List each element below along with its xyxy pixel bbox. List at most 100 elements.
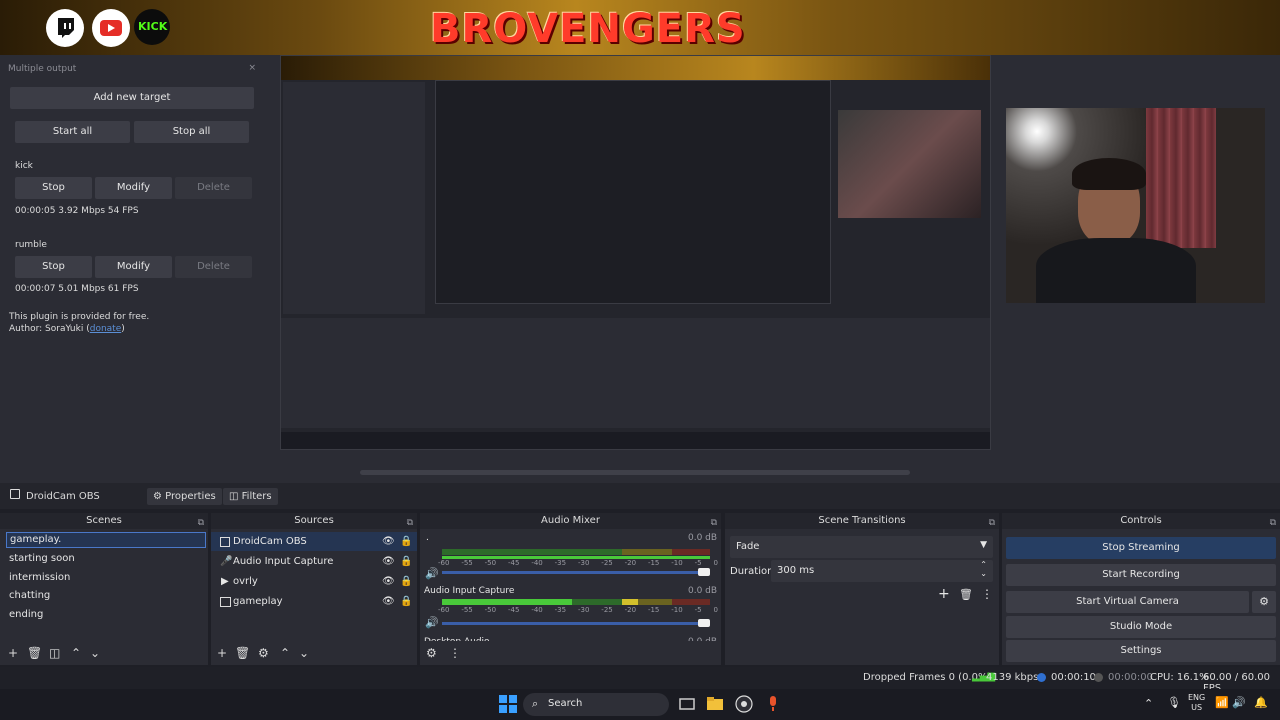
search-label: Search [548,698,583,709]
dock-float-icon[interactable]: ⧉ [198,515,204,531]
add-icon[interactable]: + [938,586,950,602]
chevron-down-icon[interactable]: ⌄ [90,646,100,660]
twitch-icon [46,9,84,47]
add-icon[interactable]: + [217,646,227,660]
wifi-icon[interactable]: 📶 [1215,696,1229,709]
tick-label: -55 [461,606,473,614]
settings-button[interactable]: Settings [1006,640,1276,662]
more-options-icon[interactable]: ⋮ [981,587,993,601]
source-item[interactable]: gameplay 👁 🔒 [211,592,417,611]
language-code: ENG [1188,693,1206,702]
scene-transitions-title: Scene Transitions [818,515,906,526]
preview-scrollbar[interactable] [360,470,910,475]
properties-button[interactable]: ⚙ Properties [147,488,222,505]
transition-select[interactable]: Fade ▼ [730,536,993,558]
gear-icon[interactable]: ⚙ [258,646,269,660]
source-item[interactable]: ▶ ovrly 👁 🔒 [211,572,417,591]
chevron-up-icon[interactable]: ⌃ [280,646,290,660]
filters-button[interactable]: ◫ Filters [223,488,278,505]
scene-item-chatting[interactable]: chatting [9,586,199,605]
microphone-tray-icon[interactable]: 🎙 [1167,696,1181,709]
chevron-up-icon[interactable]: ⌃ [71,646,81,660]
dock-close-icon[interactable]: × [248,63,256,73]
start-virtual-camera-button[interactable]: Start Virtual Camera [1006,591,1249,613]
volume-icon[interactable]: 🔊 [1232,696,1246,709]
stream-indicator-icon [1037,673,1046,682]
webcam-feed [1006,108,1265,303]
scene-item-ending[interactable]: ending [9,605,199,624]
stop-streaming-button[interactable]: Stop Streaming [1006,537,1276,559]
eye-icon[interactable]: 👁 [382,552,395,571]
duration-spinbox[interactable]: 300 ms ⌃ ⌄ [771,560,993,582]
studio-mode-button[interactable]: Studio Mode [1006,616,1276,638]
language-indicator[interactable]: ENG US [1188,693,1205,713]
speaker-icon[interactable]: 🔊 [425,567,439,580]
scene-item-starting-soon[interactable]: starting soon [9,549,199,568]
trash-icon[interactable]: 🗑 [959,588,973,601]
spin-up-icon[interactable]: ⌃ [980,560,987,569]
tick-label: -50 [484,606,497,614]
nested-webcam-small [838,110,981,218]
rumble-stop-button[interactable]: Stop [15,256,92,278]
dock-float-icon[interactable]: ⧉ [989,515,995,531]
lock-icon[interactable]: 🔒 [400,572,412,591]
chevron-up-icon[interactable]: ⌃ [1144,697,1153,710]
eye-icon[interactable]: 👁 [382,572,395,591]
volume-slider[interactable] [442,622,710,625]
add-icon[interactable]: + [8,646,18,660]
dock-float-icon[interactable]: ⧉ [711,515,717,531]
dock-float-icon[interactable]: ⧉ [407,515,413,531]
dock-float-icon[interactable]: ⧉ [1270,515,1276,531]
start-recording-button[interactable]: Start Recording [1006,564,1276,586]
lock-icon[interactable]: 🔒 [400,552,412,571]
stop-all-button[interactable]: Stop all [134,121,249,143]
mixer-channel-name: Audio Input Capture [424,586,515,596]
donate-link[interactable]: donate [90,324,122,334]
speaker-icon[interactable]: 🔊 [425,616,439,629]
source-item[interactable]: DroidCam OBS 👁 🔒 [211,532,417,551]
folder-icon[interactable] [706,695,724,713]
lock-icon[interactable]: 🔒 [400,532,412,551]
volume-slider-handle[interactable] [698,568,710,576]
rumble-modify-button[interactable]: Modify [95,256,172,278]
eye-icon[interactable]: 👁 [382,532,395,551]
filter-icon[interactable]: ◫ [49,646,60,660]
scene-item-intermission[interactable]: intermission [9,568,199,587]
scene-item-label: ending [9,609,44,620]
source-toolbar: DroidCam OBS ⚙ Properties ◫ Filters [0,483,1280,509]
volume-slider-handle[interactable] [698,619,710,627]
scene-item-gameplay[interactable]: gameplay. [6,532,206,548]
sources-dock: Sources ⧉ DroidCam OBS 👁 🔒 🎤 Audio Input … [211,513,417,665]
audio-mixer-title: Audio Mixer [541,515,600,526]
source-item[interactable]: 🎤 Audio Input Capture 👁 🔒 [211,552,417,571]
start-all-button[interactable]: Start all [15,121,130,143]
spin-down-icon[interactable]: ⌄ [980,569,987,578]
virtual-camera-settings-button[interactable]: ⚙ [1252,591,1276,613]
scene-item-label: starting soon [9,553,75,564]
windows-start-icon[interactable] [499,695,517,713]
volume-slider[interactable] [442,571,710,574]
add-new-target-button[interactable]: Add new target [10,87,254,109]
properties-label: Properties [165,491,216,502]
eye-icon[interactable]: 👁 [382,592,395,611]
camera-icon [220,537,230,547]
chevron-down-icon[interactable]: ⌄ [299,646,309,660]
more-options-icon[interactable]: ⋮ [449,646,461,660]
nested-taskbar [281,432,990,449]
mixer-settings-icon[interactable]: ⚙ [426,646,437,660]
microphone-icon[interactable] [764,695,782,713]
trash-icon[interactable]: 🗑 [27,646,42,660]
task-view-icon[interactable] [678,695,696,713]
taskbar-search[interactable]: ⌕ Search [523,693,669,716]
notification-bell-icon[interactable]: 🔔 [1254,696,1268,709]
kick-delete-button[interactable]: Delete [175,177,252,199]
rumble-delete-button[interactable]: Delete [175,256,252,278]
person-shoulders [1036,238,1196,303]
obs-icon[interactable] [735,695,753,713]
status-bar: Dropped Frames 0 (0.0%) ▂▄▆ 4139 kbps 00… [0,667,1280,694]
kick-stop-button[interactable]: Stop [15,177,92,199]
trash-icon[interactable]: 🗑 [235,646,250,660]
play-icon: ▶ [221,576,229,587]
lock-icon[interactable]: 🔒 [400,592,412,611]
kick-modify-button[interactable]: Modify [95,177,172,199]
